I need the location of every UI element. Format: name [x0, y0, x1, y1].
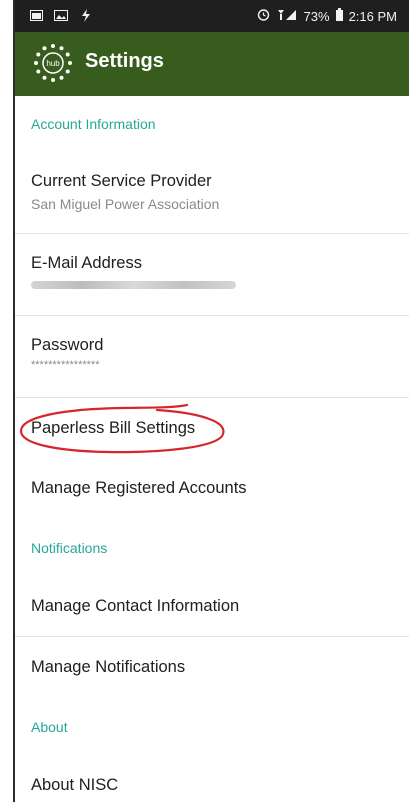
item-title: Manage Registered Accounts [31, 479, 247, 497]
hub-logo-icon: hub [33, 43, 73, 83]
battery-percent: 73% [303, 8, 330, 24]
flash-icon [79, 8, 93, 22]
battery-icon [335, 8, 343, 24]
notification-icons [29, 8, 93, 22]
page-title: Settings [85, 50, 164, 72]
logo-text: hub [46, 59, 60, 68]
alarm-icon [257, 8, 270, 24]
page-margin [0, 0, 13, 802]
section-header-account: Account Information [15, 96, 409, 152]
image-icon [54, 9, 68, 21]
list-item-email[interactable]: E-Mail Address [15, 234, 409, 316]
list-item-registered-accounts[interactable]: Manage Registered Accounts [15, 458, 409, 518]
item-title: Password [31, 336, 104, 354]
system-status: 73% 2:16 PM [257, 8, 397, 24]
app-bar: hub Settings [15, 32, 409, 96]
redacted-email [31, 281, 236, 289]
item-title: Manage Contact Information [31, 597, 240, 615]
item-subtitle: San Miguel Power Association [31, 196, 220, 212]
item-title: About NISC [31, 776, 119, 794]
signal-icon [276, 9, 298, 24]
status-bar: 73% 2:16 PM [15, 0, 409, 32]
list-item-contact-info[interactable]: Manage Contact Information [15, 576, 409, 637]
section-header-about: About [15, 697, 409, 755]
section-header-notifications: Notifications [15, 518, 409, 576]
settings-list: Account Information Current Service Prov… [15, 96, 409, 802]
list-item-password[interactable]: Password **************** [15, 316, 409, 398]
section-title: Notifications [31, 540, 108, 556]
item-title: E-Mail Address [31, 254, 142, 272]
item-title: Paperless Bill Settings [31, 419, 196, 437]
section-title: About [31, 719, 68, 735]
phone-screen: 73% 2:16 PM hub Settings Account Informa… [15, 0, 409, 802]
list-item-about-nisc[interactable]: About NISC [15, 755, 409, 802]
item-title: Manage Notifications [31, 658, 186, 676]
item-title: Current Service Provider [31, 172, 212, 190]
password-mask: **************** [31, 359, 100, 371]
list-item-service-provider[interactable]: Current Service Provider San Miguel Powe… [15, 152, 409, 234]
list-item-manage-notifications[interactable]: Manage Notifications [15, 637, 409, 697]
section-title: Account Information [31, 116, 156, 132]
image-icon [29, 9, 43, 21]
clock: 2:16 PM [348, 8, 397, 24]
list-item-paperless-bill[interactable]: Paperless Bill Settings [15, 398, 409, 458]
